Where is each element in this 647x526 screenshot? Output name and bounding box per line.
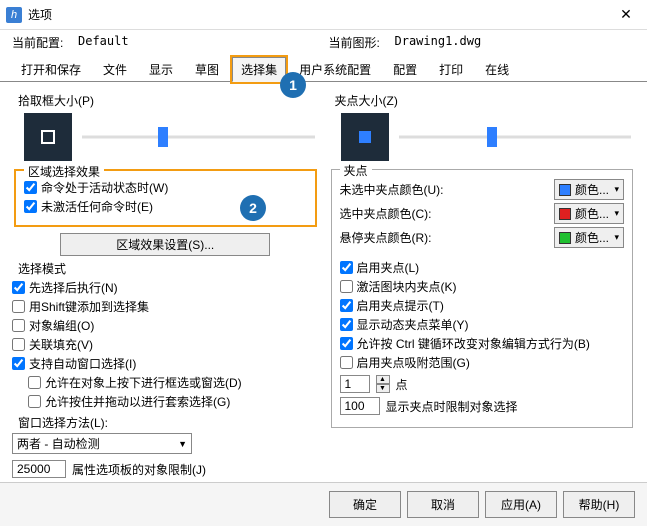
check-press-drag-window[interactable]: 允许在对象上按下进行框选或窗选(D) [28, 374, 319, 391]
config-label: 当前配置: [12, 34, 68, 51]
check-press-drag-lasso[interactable]: 允许按住并拖动以进行套索选择(G) [28, 393, 319, 410]
check-grip-tips[interactable]: 启用夹点提示(T) [340, 297, 625, 314]
selection-mode-title: 选择模式 [18, 260, 319, 277]
swatch-icon [559, 232, 571, 244]
swatch-icon [559, 184, 571, 196]
snap-range-spinner[interactable]: ▲ ▼ [376, 375, 390, 393]
gripsize-preview [341, 113, 389, 161]
check-no-cmd-label: 未激活任何命令时(E) [41, 198, 153, 215]
gripsize-label: 夹点大小(Z) [335, 92, 636, 109]
tab-bar: 打开和保存 文件 显示 草图 选择集 用户系统配置 配置 打印 在线 [0, 53, 647, 82]
tab-files[interactable]: 文件 [94, 57, 136, 81]
config-value: Default [78, 34, 319, 51]
annotation-badge-2: 2 [240, 195, 266, 221]
region-effect-legend: 区域选择效果 [24, 163, 104, 180]
check-ctrl-cycle[interactable]: 允许按 Ctrl 键循环改变对象编辑方式行为(B) [340, 335, 625, 352]
pickbox-size-label: 拾取框大小(P) [18, 92, 319, 109]
window-method-label: 窗口选择方法(L): [18, 414, 319, 431]
check-dynamic-grip-menu[interactable]: 显示动态夹点菜单(Y) [340, 316, 625, 333]
check-groups[interactable]: 对象编组(O) [12, 317, 319, 334]
region-effect-group: 区域选择效果 命令处于活动状态时(W) 未激活任何命令时(E) [14, 169, 317, 227]
chevron-down-icon: ▾ [614, 232, 619, 243]
hover-grip-color-button[interactable]: 颜色... ▾ [554, 227, 624, 248]
apply-button[interactable]: 应用(A) [485, 491, 557, 518]
check-grips-in-block[interactable]: 激活图块内夹点(K) [340, 278, 625, 295]
annotation-badge-1: 1 [280, 72, 306, 98]
chevron-up-icon[interactable]: ▲ [376, 375, 390, 384]
unselected-grip-color-button[interactable]: 颜色... ▾ [554, 179, 624, 200]
tab-plot[interactable]: 打印 [430, 57, 472, 81]
grip-legend: 夹点 [340, 162, 372, 179]
selected-grip-color-label: 选中夹点颜色(C): [340, 205, 432, 222]
check-preselect[interactable]: 先选择后执行(N) [12, 279, 319, 296]
chevron-down-icon: ▾ [614, 208, 619, 219]
gripsize-slider[interactable] [399, 127, 632, 147]
check-auto-window[interactable]: 支持自动窗口选择(I) [12, 355, 319, 372]
grip-limit-label: 显示夹点时限制对象选择 [386, 398, 518, 415]
snap-range-unit: 点 [396, 376, 408, 393]
check-cmd-active-label: 命令处于活动状态时(W) [41, 179, 168, 196]
grip-limit-input[interactable]: 100 [340, 397, 380, 415]
prop-palette-limit-input[interactable]: 25000 [12, 460, 66, 478]
tab-online[interactable]: 在线 [476, 57, 518, 81]
region-effect-settings-button[interactable]: 区域效果设置(S)... [60, 233, 270, 256]
drawing-label: 当前图形: [329, 34, 385, 51]
window-method-value: 两者 - 自动检测 [17, 435, 100, 452]
check-cmd-active[interactable]: 命令处于活动状态时(W) [24, 179, 307, 196]
check-shift-add[interactable]: 用Shift键添加到选择集 [12, 298, 319, 315]
tab-open-save[interactable]: 打开和保存 [12, 57, 90, 81]
cancel-button[interactable]: 取消 [407, 491, 479, 518]
check-assoc-hatch[interactable]: 关联填充(V) [12, 336, 319, 353]
window-method-combo[interactable]: 两者 - 自动检测 ▼ [12, 433, 192, 454]
grip-group: 夹点 未选中夹点颜色(U): 颜色... ▾ 选中夹点颜色(C): 颜色... … [331, 169, 634, 428]
app-icon: h [6, 7, 22, 23]
prop-palette-limit-label: 属性选项板的对象限制(J) [72, 461, 206, 478]
tab-profiles[interactable]: 配置 [384, 57, 426, 81]
swatch-icon [559, 208, 571, 220]
ok-button[interactable]: 确定 [329, 491, 401, 518]
tab-selection[interactable]: 选择集 [232, 57, 286, 82]
chevron-down-icon: ▼ [178, 439, 187, 449]
check-grip-snap-range[interactable]: 启用夹点吸附范围(G) [340, 354, 625, 371]
close-icon[interactable]: ✕ [611, 0, 641, 30]
check-enable-grips[interactable]: 启用夹点(L) [340, 259, 625, 276]
chevron-down-icon[interactable]: ▼ [376, 384, 390, 393]
tab-display[interactable]: 显示 [140, 57, 182, 81]
hover-grip-color-label: 悬停夹点颜色(R): [340, 229, 432, 246]
help-button[interactable]: 帮助(H) [563, 491, 635, 518]
window-title: 选项 [28, 6, 611, 23]
snap-range-px-input[interactable]: 1 [340, 375, 370, 393]
unselected-grip-color-label: 未选中夹点颜色(U): [340, 181, 444, 198]
selected-grip-color-button[interactable]: 颜色... ▾ [554, 203, 624, 224]
pickbox-preview [24, 113, 72, 161]
drawing-value: Drawing1.dwg [395, 34, 636, 51]
pickbox-size-slider[interactable] [82, 127, 315, 147]
chevron-down-icon: ▾ [614, 184, 619, 195]
tab-drafting[interactable]: 草图 [186, 57, 228, 81]
